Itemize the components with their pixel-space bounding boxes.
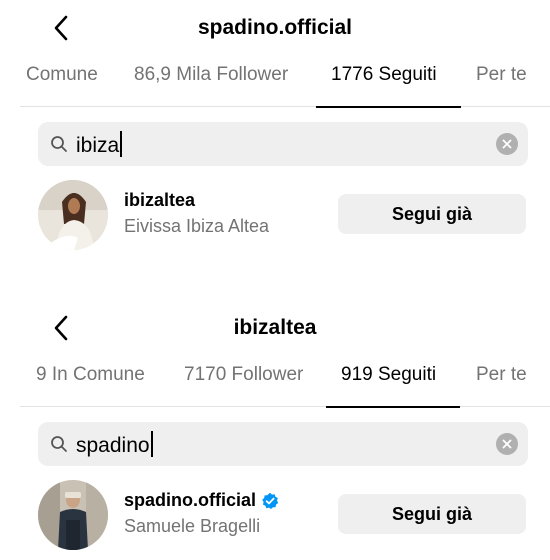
search-query: spadino [76, 431, 153, 458]
full-name: Samuele Bragelli [124, 516, 261, 536]
following-button[interactable]: Segui già [338, 194, 526, 234]
close-icon [502, 439, 512, 449]
tab-followers[interactable]: 7170 Follower [184, 364, 303, 386]
tab-followers[interactable]: 86,9 Mila Follower [134, 64, 288, 86]
header: spadino.official [0, 0, 550, 54]
close-icon [502, 139, 512, 149]
avatar[interactable] [38, 180, 108, 250]
following-button[interactable]: Segui già [338, 494, 526, 534]
search-icon [51, 136, 67, 152]
username[interactable]: spadino.official [124, 490, 279, 511]
page-title: spadino.official [197, 16, 352, 39]
search-query: ibiza [76, 131, 123, 158]
tab-common[interactable]: Comune [26, 64, 98, 86]
tab-bar: Comune 86,9 Mila Follower 1776 Seguiti P… [0, 54, 550, 108]
profile-following-panel-1: spadino.official Comune 86,9 Mila Follow… [0, 0, 550, 290]
search-input[interactable]: spadino [38, 422, 528, 466]
header: ibizaltea [0, 300, 550, 354]
tab-following[interactable]: 1776 Seguiti [331, 64, 437, 86]
tab-divider [20, 106, 550, 107]
clear-search-button[interactable] [496, 133, 518, 155]
list-item[interactable]: ibizaltea Eivissa Ibiza Altea Segui già [38, 180, 528, 252]
tab-common[interactable]: 9 In Comune [36, 364, 145, 386]
active-tab-indicator [316, 106, 461, 108]
tab-for-you[interactable]: Per te [476, 64, 527, 86]
tab-for-you[interactable]: Per te [476, 364, 527, 386]
tab-divider [20, 406, 550, 407]
page-title: ibizaltea [233, 316, 317, 339]
verified-badge-icon [262, 492, 279, 509]
list-item[interactable]: spadino.official Samuele Bragelli Segui … [38, 480, 528, 552]
avatar[interactable] [38, 480, 108, 550]
profile-following-panel-2: ibizaltea 9 In Comune 7170 Follower 919 … [0, 300, 550, 560]
clear-search-button[interactable] [496, 433, 518, 455]
search-icon [51, 436, 67, 452]
active-tab-indicator [326, 406, 460, 408]
tab-following[interactable]: 919 Seguiti [341, 364, 436, 386]
username[interactable]: ibizaltea [124, 190, 195, 211]
avatar-image [38, 480, 108, 550]
search-input[interactable]: ibiza [38, 122, 528, 166]
tab-bar: 9 In Comune 7170 Follower 919 Seguiti Pe… [0, 354, 550, 408]
avatar-image [38, 180, 108, 250]
full-name: Eivissa Ibiza Altea [124, 216, 270, 236]
